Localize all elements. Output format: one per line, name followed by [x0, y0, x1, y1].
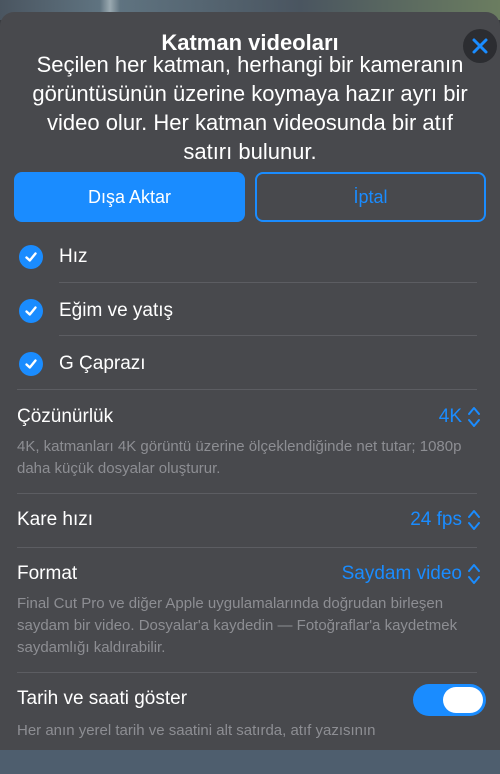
divider: [59, 335, 477, 336]
checkmark-icon[interactable]: [19, 352, 43, 376]
chevron-up-down-icon: [468, 510, 480, 530]
layer-videos-sheet: Katman videoları Seçilen her katman, her…: [0, 12, 500, 750]
layer-row-speed[interactable]: Hız: [0, 240, 500, 284]
divider: [17, 672, 477, 673]
divider: [17, 493, 477, 494]
framerate-label: Kare hızı: [17, 509, 94, 530]
datetime-description: Her anın yerel tarih ve saatini alt satı…: [17, 722, 376, 739]
resolution-picker[interactable]: 4K: [439, 404, 482, 430]
divider: [17, 389, 477, 390]
datetime-label: Tarih ve saati göster: [17, 688, 188, 709]
layer-row-g-cross[interactable]: G Çaprazı: [0, 347, 500, 391]
checkmark-icon[interactable]: [19, 299, 43, 323]
background-video-frame-bottom: [0, 750, 500, 774]
format-value: Saydam video: [341, 563, 462, 584]
cancel-button[interactable]: İptal: [255, 172, 486, 222]
export-button[interactable]: Dışa Aktar: [14, 172, 245, 222]
divider: [17, 547, 477, 548]
format-picker[interactable]: Saydam video: [342, 561, 482, 587]
resolution-description: 4K, katmanları 4K görüntü üzerine ölçekl…: [17, 438, 462, 477]
layer-label: Hız: [59, 246, 88, 267]
resolution-label: Çözünürlük: [17, 406, 114, 427]
chevron-up-down-icon: [468, 407, 480, 427]
toggle-knob: [443, 687, 483, 713]
layer-row-pitch-roll[interactable]: Eğim ve yatış: [0, 294, 500, 338]
checkmark-icon[interactable]: [19, 245, 43, 269]
chevron-up-down-icon: [468, 564, 480, 584]
framerate-value: 24 fps: [410, 509, 462, 530]
format-description: Final Cut Pro ve diğer Apple uygulamalar…: [17, 595, 458, 656]
resolution-value: 4K: [438, 406, 462, 427]
framerate-picker[interactable]: 24 fps: [410, 507, 482, 533]
format-label: Format: [17, 563, 78, 584]
layer-label: G Çaprazı: [59, 353, 146, 374]
layer-label: Eğim ve yatış: [59, 300, 174, 321]
datetime-toggle[interactable]: [413, 684, 486, 716]
dialog-subtitle: Seçilen her katman, herhangi bir kameran…: [32, 52, 468, 164]
divider: [59, 282, 477, 283]
